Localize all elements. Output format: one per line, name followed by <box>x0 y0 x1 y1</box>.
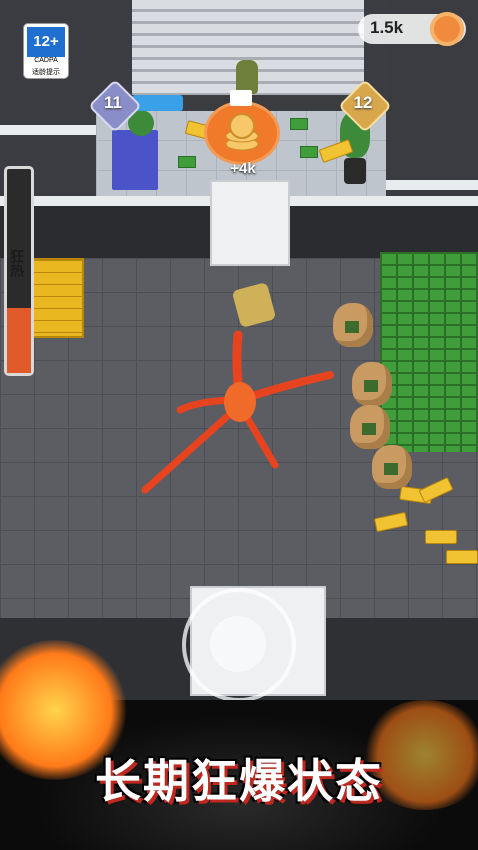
reward-amount: +4k <box>230 160 256 177</box>
video-reward-button[interactable] <box>207 104 277 162</box>
money-bag <box>350 405 390 449</box>
rage-meter: 狂热 <box>4 166 34 376</box>
bag-tag <box>364 380 378 392</box>
cash-bill <box>290 118 308 130</box>
rage-meter-label: 狂热 <box>9 249 25 277</box>
coin-value: 1.5k <box>370 18 404 37</box>
coin-icon <box>430 12 464 46</box>
right-wall-top <box>386 180 478 190</box>
age-rating-tip: 适龄提示 <box>32 69 60 76</box>
bag-tag <box>384 463 398 475</box>
plant-pot <box>344 158 366 184</box>
next-level-number: 12 <box>353 93 373 112</box>
soldier-enemy <box>236 60 258 94</box>
monster-limb <box>141 401 244 494</box>
age-rating-badge: 12+ CADPA 适龄提示 <box>24 24 68 78</box>
money-bag <box>352 362 392 406</box>
cash-bill <box>178 156 196 168</box>
monster-body <box>224 382 256 422</box>
gold-pile-left <box>28 258 84 338</box>
gold-bar <box>425 530 457 544</box>
cash-bill <box>300 146 318 158</box>
cash-stack-right <box>380 252 478 452</box>
lava-monster <box>141 330 334 494</box>
bag-tag <box>345 321 359 333</box>
level-progress-fill <box>132 95 183 111</box>
left-wall-top <box>0 125 96 135</box>
joystick-knob[interactable] <box>210 616 266 672</box>
promo-banner-text: 长期狂爆状态 <box>95 755 383 807</box>
age-rating-code: CADPA <box>34 57 58 64</box>
money-bag <box>372 445 412 489</box>
coin-counter: 1.5k <box>358 12 466 46</box>
bag-tag <box>362 423 376 435</box>
current-level-number: 11 <box>104 93 122 112</box>
gold-bar <box>446 550 478 564</box>
coin-stack-icon <box>225 113 259 151</box>
upper-door[interactable] <box>210 180 290 266</box>
video-icon <box>230 90 252 106</box>
blue-crate-stack <box>112 130 158 190</box>
rage-meter-fill <box>7 307 31 373</box>
age-rating-number: 12+ <box>27 27 65 57</box>
